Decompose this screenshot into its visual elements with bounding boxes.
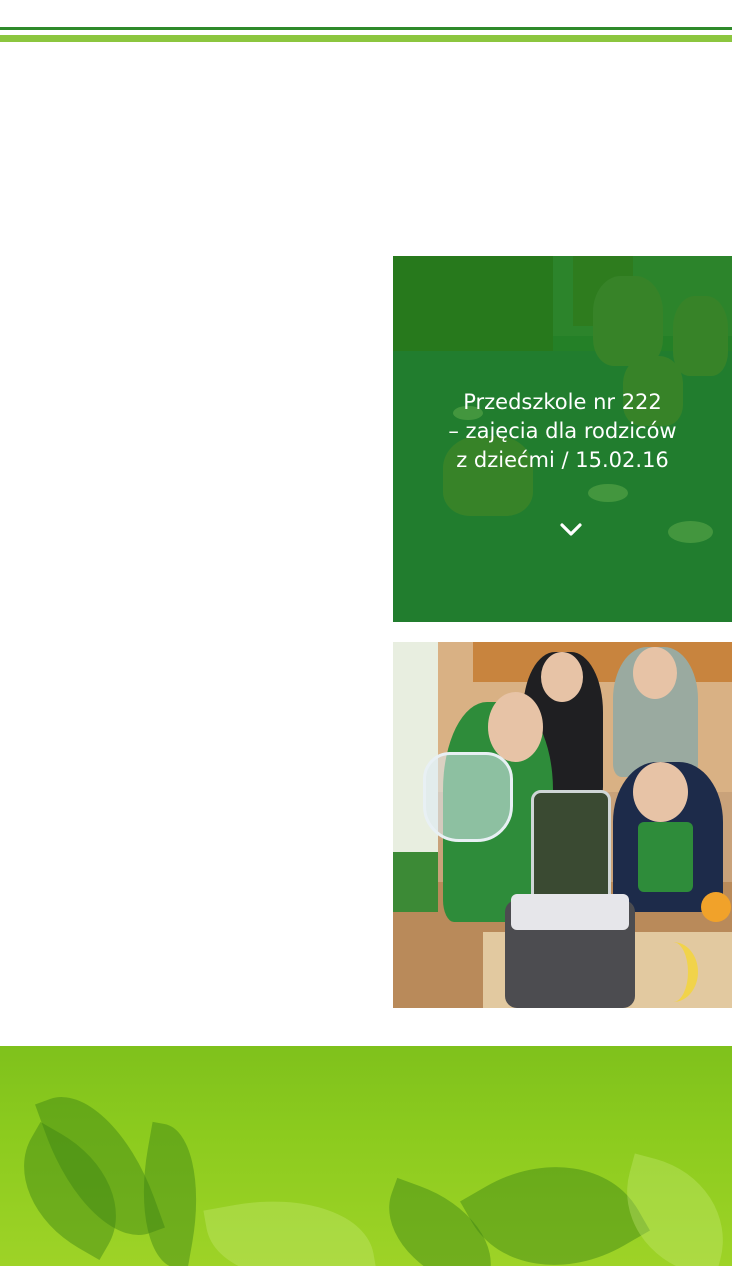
header-line-light <box>0 35 732 42</box>
card-title-line: – zajęcia dla rodziców <box>448 419 677 443</box>
smoothie-photo <box>393 642 732 1008</box>
gallery-card-photo[interactable] <box>393 642 732 1008</box>
card-title-line: z dziećmi / 15.02.16 <box>456 448 669 472</box>
header-line-dark <box>0 27 732 30</box>
chevron-down-icon[interactable] <box>560 522 582 538</box>
card-title-line: Przedszkole nr 222 <box>463 390 662 414</box>
card-title[interactable]: Przedszkole nr 222 – zajęcia dla rodzicó… <box>393 388 732 475</box>
gallery-card-przedszkole[interactable]: Przedszkole nr 222 – zajęcia dla rodzicó… <box>393 256 732 622</box>
footer-banner <box>0 1046 732 1266</box>
